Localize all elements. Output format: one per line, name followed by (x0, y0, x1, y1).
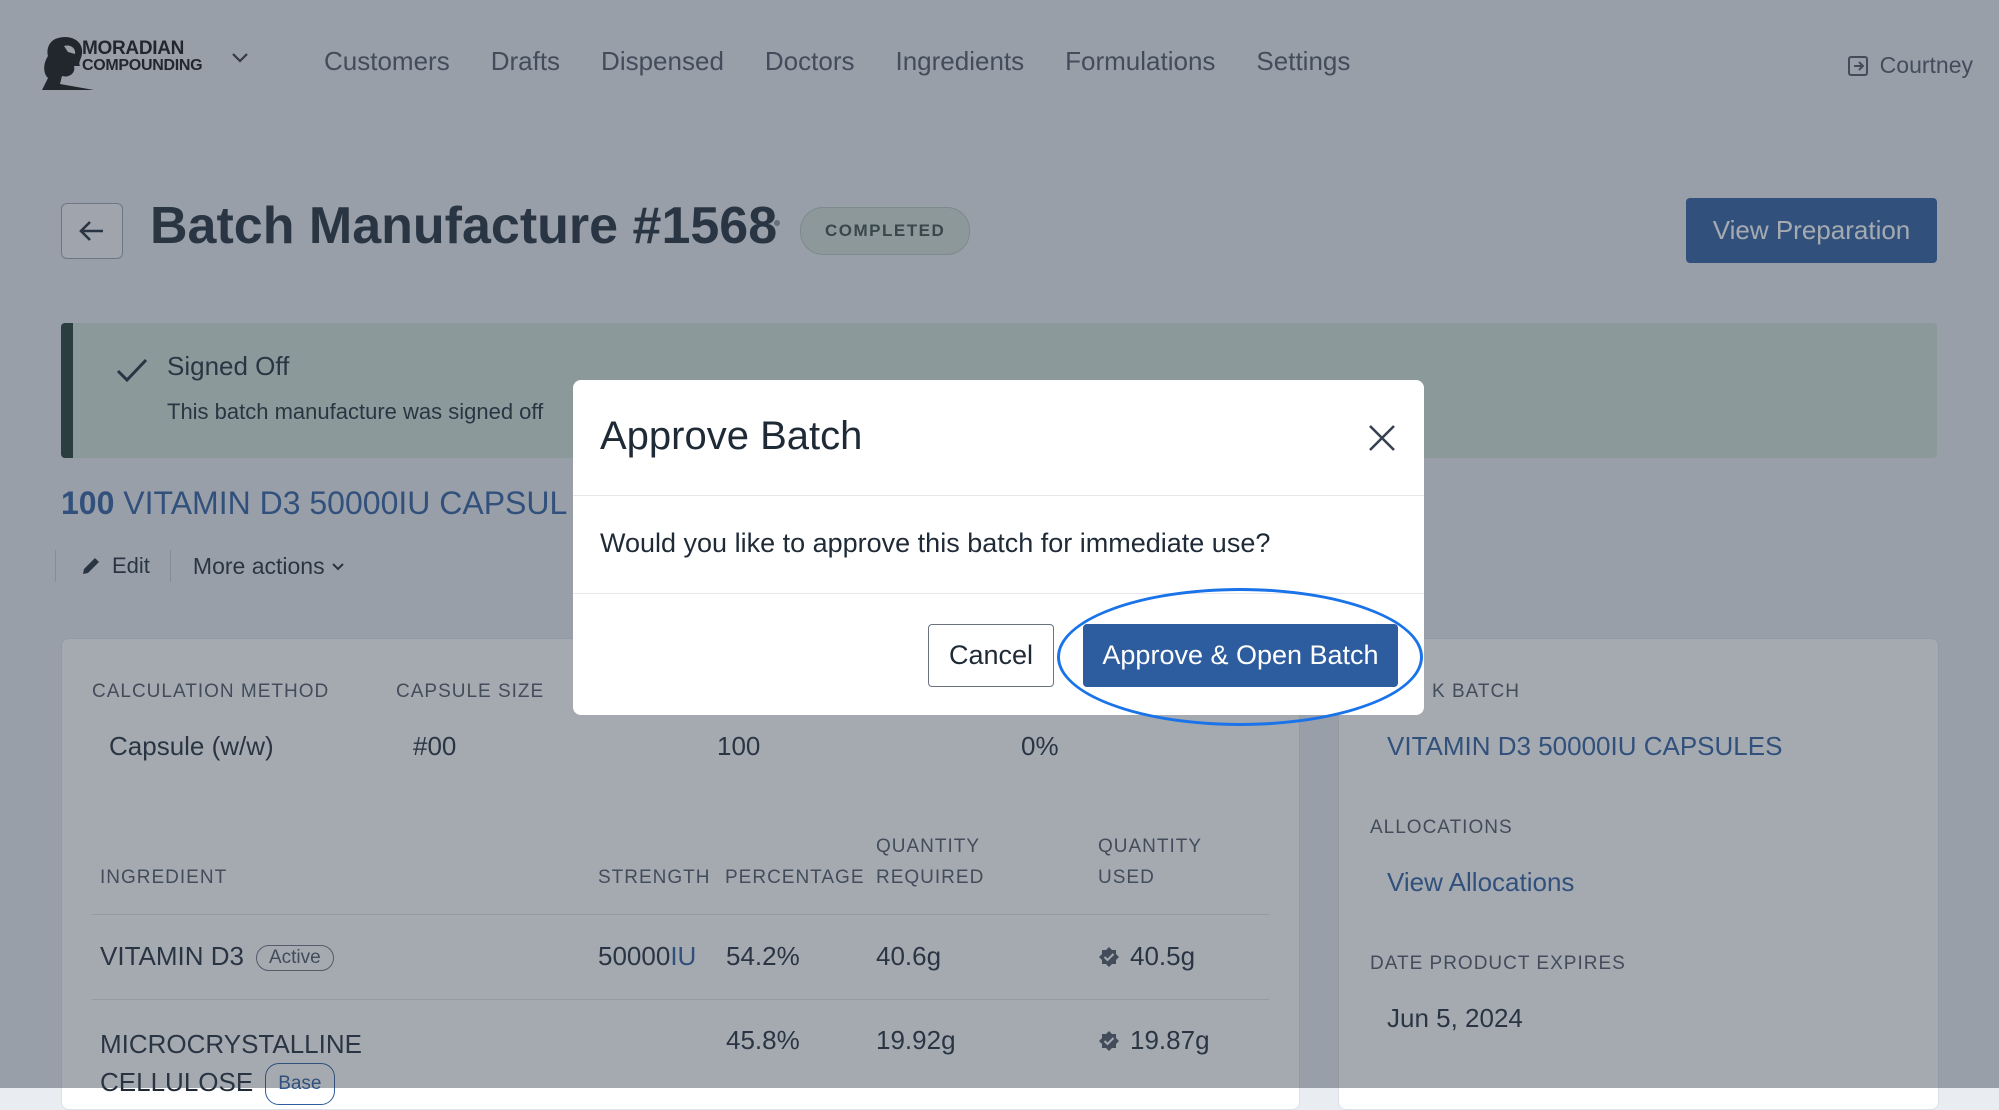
click-highlight-ring (1057, 588, 1423, 726)
close-icon (1369, 425, 1395, 451)
batch-manufacture-page: MORADIAN COMPOUNDING Customers Drafts Di… (0, 0, 1999, 1110)
dialog-divider (573, 495, 1424, 496)
dialog-message: Would you like to approve this batch for… (600, 528, 1271, 558)
dialog-title: Approve Batch (600, 414, 863, 458)
cancel-button[interactable]: Cancel (928, 624, 1054, 687)
close-button[interactable] (1362, 418, 1402, 458)
